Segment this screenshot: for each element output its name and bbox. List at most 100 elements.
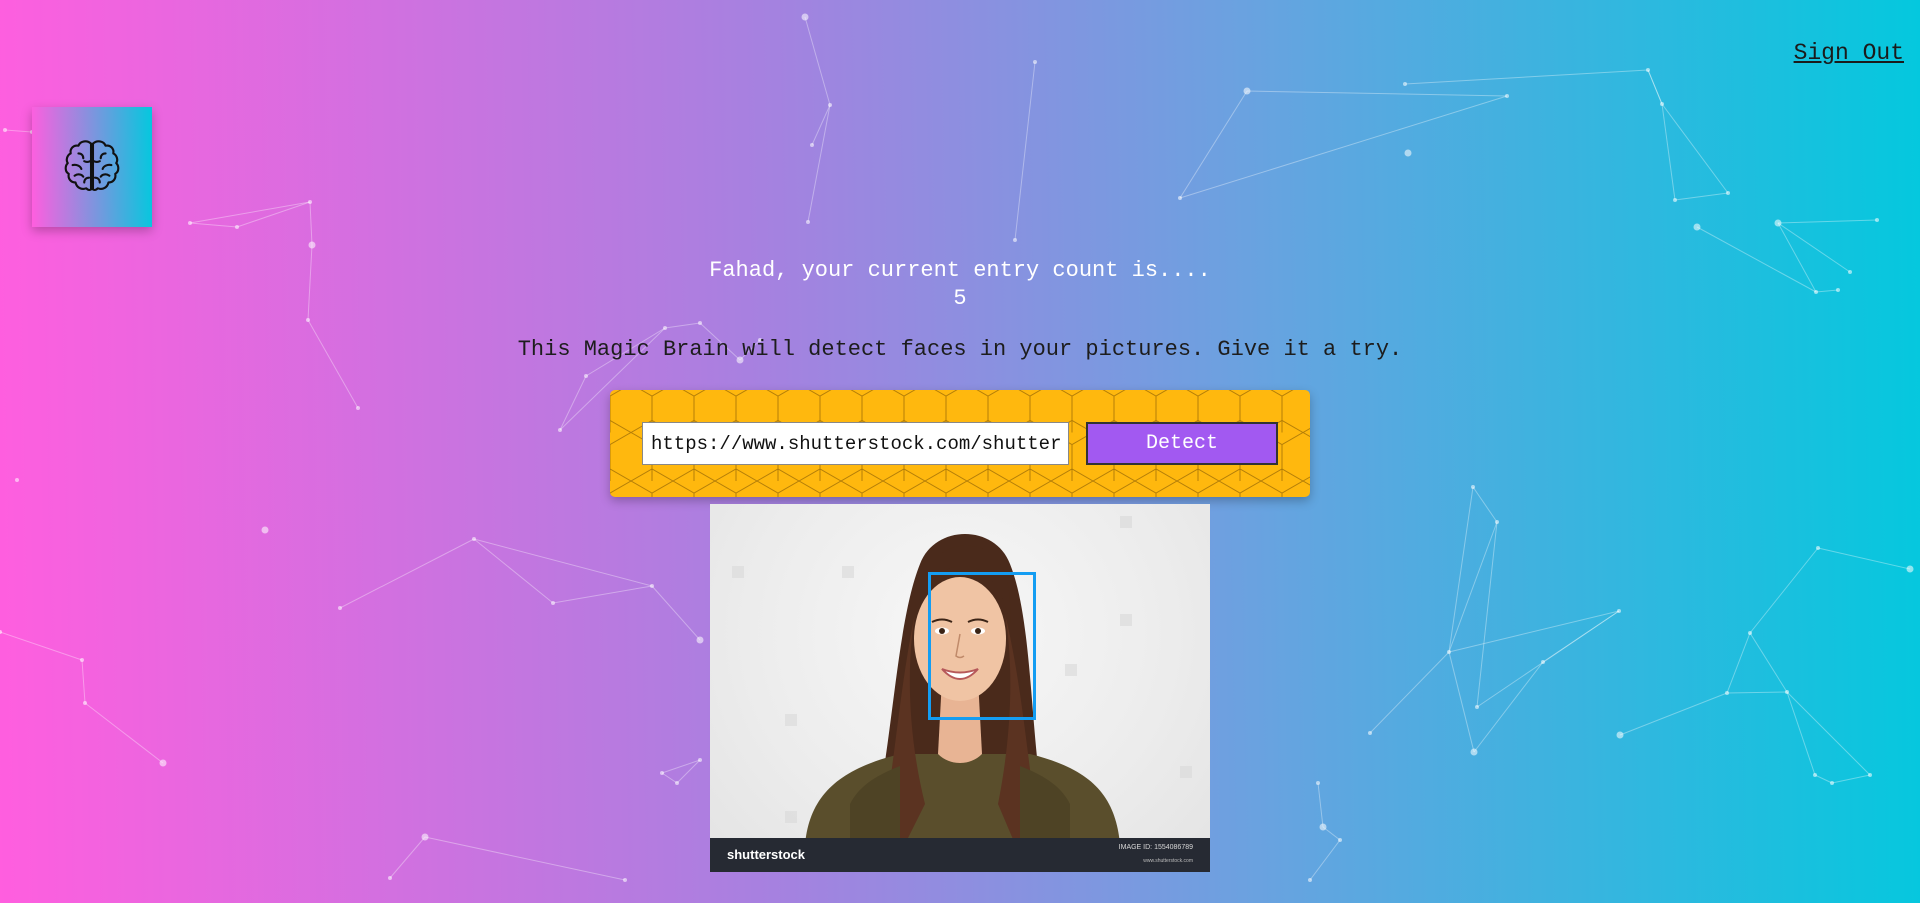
particle-link bbox=[1246, 90, 1508, 97]
particle-link bbox=[1786, 691, 1871, 776]
particle-dot bbox=[188, 221, 192, 225]
particle-link bbox=[473, 538, 653, 587]
particle-dot bbox=[675, 781, 679, 785]
particle-dot bbox=[1673, 198, 1677, 202]
particle-link bbox=[189, 222, 238, 228]
particle-dot bbox=[1725, 691, 1729, 695]
instructions-text: This Magic Brain will detect faces in yo… bbox=[517, 337, 1403, 362]
particle-link bbox=[1777, 219, 1878, 224]
particle-dot bbox=[1495, 520, 1499, 524]
particle-dot bbox=[1813, 773, 1817, 777]
particle-dot bbox=[1906, 565, 1914, 573]
particle-dot bbox=[1404, 149, 1412, 157]
particle-link bbox=[1472, 486, 1498, 523]
particle-dot bbox=[338, 606, 342, 610]
particle-link bbox=[804, 16, 831, 106]
particle-dot bbox=[421, 833, 429, 841]
logo bbox=[32, 107, 152, 227]
particle-link bbox=[1179, 95, 1508, 199]
particle-dot bbox=[306, 318, 310, 322]
particle-dot bbox=[261, 526, 269, 534]
particle-dot bbox=[1403, 82, 1407, 86]
particle-dot bbox=[698, 758, 702, 762]
detect-button[interactable]: Detect bbox=[1086, 422, 1278, 465]
watermark-url: www.shutterstock.com bbox=[1143, 858, 1193, 864]
particle-link bbox=[1448, 610, 1620, 653]
particle-link bbox=[559, 375, 587, 431]
particle-dot bbox=[650, 584, 654, 588]
particle-link bbox=[424, 836, 626, 881]
particle-dot bbox=[551, 601, 555, 605]
particle-link bbox=[1817, 547, 1911, 570]
particle-dot bbox=[388, 876, 392, 880]
face-bounding-box bbox=[928, 572, 1036, 720]
particle-dot bbox=[1368, 731, 1372, 735]
particle-dot bbox=[801, 13, 809, 21]
particle-dot bbox=[1816, 546, 1820, 550]
particle-link bbox=[1473, 661, 1544, 753]
particle-dot bbox=[1875, 218, 1879, 222]
particle-dot bbox=[1316, 781, 1320, 785]
particle-link bbox=[307, 319, 359, 409]
particle-dot bbox=[308, 200, 312, 204]
particle-link bbox=[1476, 610, 1620, 708]
particle-dot bbox=[1338, 838, 1342, 842]
entry-count: 5 bbox=[953, 286, 967, 311]
particle-dot bbox=[1774, 219, 1782, 227]
particle-link bbox=[664, 322, 701, 329]
particle-link bbox=[1814, 774, 1833, 784]
particle-link bbox=[1674, 192, 1729, 201]
rank-display: Fahad, your current entry count is.... 5 bbox=[0, 257, 1920, 313]
particle-dot bbox=[1178, 196, 1182, 200]
particle-link bbox=[1726, 632, 1751, 694]
particle-link bbox=[1831, 774, 1871, 784]
watermark-bar: shutterstock IMAGE ID: 1554086789 www.sh… bbox=[710, 838, 1210, 872]
particle-link bbox=[1647, 69, 1663, 105]
image-url-input[interactable] bbox=[642, 422, 1069, 465]
particle-dot bbox=[472, 537, 476, 541]
particle-dot bbox=[1785, 690, 1789, 694]
image-link-form: Detect bbox=[610, 390, 1310, 497]
particle-link bbox=[4, 129, 33, 133]
particle-dot bbox=[806, 220, 810, 224]
particle-dot bbox=[1475, 705, 1479, 709]
particle-link bbox=[1309, 839, 1341, 881]
particle-link bbox=[0, 631, 83, 661]
particle-dot bbox=[698, 321, 702, 325]
sign-out-link[interactable]: Sign Out bbox=[1794, 40, 1904, 66]
particle-dot bbox=[1505, 94, 1509, 98]
particle-link bbox=[1786, 691, 1816, 776]
particle-dot bbox=[1308, 878, 1312, 882]
particle-dot bbox=[1830, 781, 1834, 785]
particle-dot bbox=[1616, 731, 1624, 739]
particle-dot bbox=[356, 406, 360, 410]
particle-link bbox=[1317, 782, 1324, 828]
particle-link bbox=[1404, 69, 1649, 85]
particle-link bbox=[1369, 651, 1450, 734]
particle-dot bbox=[623, 878, 627, 882]
particle-link bbox=[1014, 61, 1036, 241]
particle-dot bbox=[3, 128, 7, 132]
particle-link bbox=[552, 585, 653, 604]
particle-dot bbox=[1470, 748, 1478, 756]
particle-link bbox=[81, 659, 86, 704]
particle-link bbox=[1749, 547, 1819, 634]
particle-dot bbox=[83, 701, 87, 705]
particle-dot bbox=[1748, 631, 1752, 635]
particle-link bbox=[651, 585, 701, 641]
watermark-image-id: IMAGE ID: 1554086789 bbox=[1118, 844, 1193, 851]
particle-dot bbox=[1646, 68, 1650, 72]
particle-dot bbox=[584, 374, 588, 378]
particle-dot bbox=[810, 143, 814, 147]
particle-dot bbox=[1447, 650, 1451, 654]
particle-dot bbox=[15, 478, 19, 482]
particle-dot bbox=[660, 771, 664, 775]
particle-link bbox=[1726, 691, 1788, 694]
particle-link bbox=[389, 836, 426, 879]
particle-link bbox=[1448, 486, 1474, 653]
particle-dot bbox=[1541, 660, 1545, 664]
particle-dot bbox=[1660, 102, 1664, 106]
particle-link bbox=[189, 201, 311, 224]
particle-dot bbox=[1617, 609, 1621, 613]
particle-dot bbox=[1033, 60, 1037, 64]
